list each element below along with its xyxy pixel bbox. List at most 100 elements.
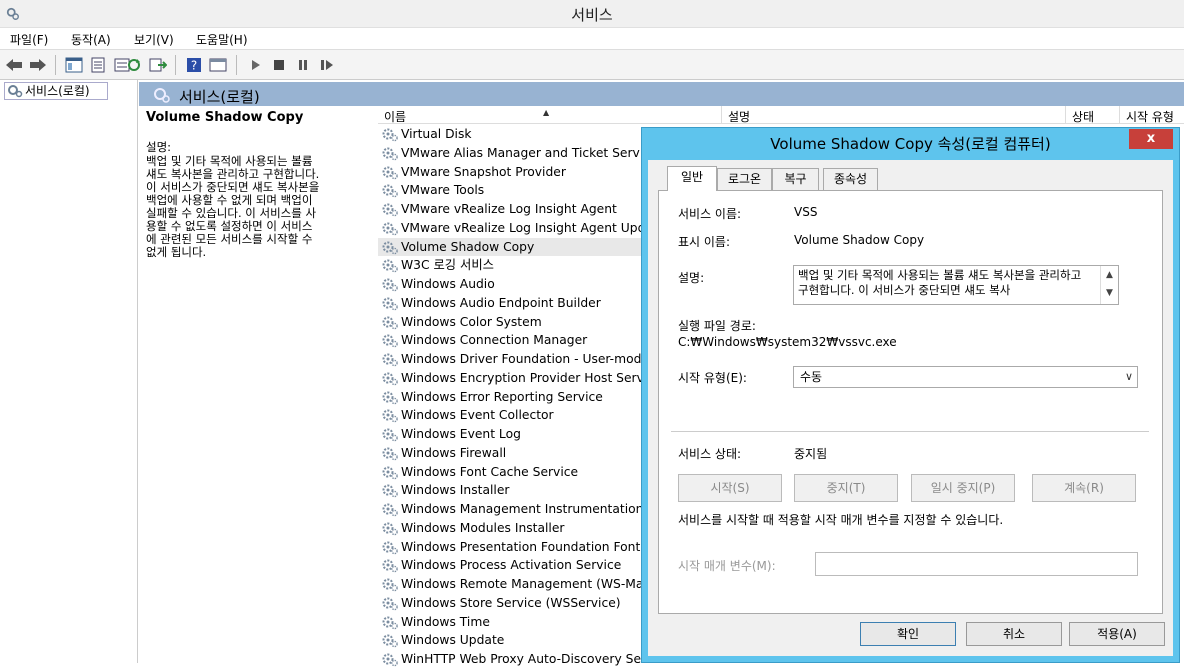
service-gear-icon	[382, 316, 398, 329]
service-row-name: W3C 로깅 서비스	[401, 258, 494, 273]
service-row[interactable]: Windows Color System	[378, 313, 648, 332]
stop-icon[interactable]	[268, 54, 290, 76]
service-row[interactable]: VMware vRealize Log Insight Agent	[378, 200, 648, 219]
stop-button[interactable]: 중지(T)	[794, 474, 898, 502]
service-row[interactable]: Windows Remote Management (WS-Ma	[378, 575, 648, 594]
service-row[interactable]: Windows Installer	[378, 481, 648, 500]
service-row[interactable]: Windows Modules Installer	[378, 519, 648, 538]
service-row[interactable]: Windows Event Log	[378, 425, 648, 444]
tree-item-services-local[interactable]: 서비스(로컬)	[4, 82, 108, 100]
column-header-description[interactable]: 설명	[728, 108, 750, 125]
properties-icon[interactable]	[87, 54, 109, 76]
service-gear-icon	[382, 634, 398, 648]
cancel-button[interactable]: 취소	[966, 622, 1062, 646]
dialog-title: Volume Shadow Copy 속성(로컬 컴퓨터)	[770, 135, 1051, 153]
service-gear-icon	[382, 184, 398, 198]
description-field-text: 백업 및 기타 목적에 사용되는 볼륨 섀도 복사본을 관리하고 구현합니다. …	[798, 268, 1082, 297]
console-tree-icon[interactable]	[63, 54, 85, 76]
service-gear-icon	[382, 616, 398, 629]
menu-view[interactable]: 보기(V)	[134, 31, 174, 48]
description-field[interactable]: 백업 및 기타 목적에 사용되는 볼륨 섀도 복사본을 관리하고 구현합니다. …	[793, 265, 1119, 305]
start-button[interactable]: 시작(S)	[678, 474, 782, 502]
tab-recovery[interactable]: 복구	[772, 168, 819, 190]
services-header-title: 서비스(로컬)	[179, 88, 260, 106]
service-row-name: VMware Snapshot Provider	[401, 164, 566, 179]
tab-general[interactable]: 일반	[667, 166, 717, 191]
start-icon[interactable]	[244, 54, 266, 76]
service-row-name: Virtual Disk	[401, 127, 472, 141]
service-row[interactable]: Windows Encryption Provider Host Servi	[378, 369, 648, 388]
apply-button[interactable]: 적용(A)	[1069, 622, 1165, 646]
startup-type-select[interactable]: 수동 ∨	[793, 366, 1138, 388]
service-row-name: Windows Color System	[401, 314, 542, 329]
export-list-icon[interactable]	[147, 54, 169, 76]
services-gear-icon	[8, 85, 23, 98]
column-header-startup-type[interactable]: 시작 유형	[1126, 108, 1174, 125]
service-row[interactable]: Windows Update	[378, 631, 648, 650]
divider	[671, 431, 1149, 432]
service-row-name: Windows Presentation Foundation Font	[401, 539, 641, 554]
refresh-icon[interactable]	[123, 54, 145, 76]
start-params-input[interactable]	[815, 552, 1138, 576]
description-scrollbar[interactable]: ▲ ▼	[1100, 266, 1118, 304]
tab-logon[interactable]: 로그온	[717, 168, 772, 190]
column-divider[interactable]	[1119, 106, 1120, 124]
service-row[interactable]: Windows Store Service (WSService)	[378, 594, 648, 613]
service-row[interactable]: WinHTTP Web Proxy Auto-Discovery Se	[378, 650, 648, 669]
service-row[interactable]: Virtual Disk	[378, 125, 648, 144]
service-row[interactable]: Windows Audio	[378, 275, 648, 294]
service-row-name: VMware Alias Manager and Ticket Servic	[401, 145, 648, 160]
service-row[interactable]: Windows Process Activation Service	[378, 556, 648, 575]
service-row[interactable]: W3C 로깅 서비스	[378, 256, 648, 275]
menu-action[interactable]: 동작(A)	[71, 31, 111, 48]
column-header-status[interactable]: 상태	[1072, 108, 1094, 125]
forward-arrow-icon[interactable]	[27, 54, 49, 76]
pause-button[interactable]: 일시 중지(P)	[911, 474, 1015, 502]
service-row[interactable]: VMware vRealize Log Insight Agent Upd	[378, 219, 648, 238]
column-header-name[interactable]: 이름	[384, 108, 406, 125]
scroll-up-icon[interactable]: ▲	[1101, 266, 1118, 284]
service-gear-icon	[382, 559, 398, 573]
startup-type-value: 수동	[800, 370, 823, 384]
service-row[interactable]: Windows Presentation Foundation Font	[378, 538, 648, 557]
back-arrow-icon[interactable]	[3, 54, 25, 76]
help-icon[interactable]: ?	[183, 54, 205, 76]
service-row[interactable]: VMware Tools	[378, 181, 648, 200]
service-row[interactable]: Volume Shadow Copy	[378, 237, 648, 257]
tab-dependencies[interactable]: 종속성	[823, 168, 878, 190]
toolbar-separator	[175, 55, 176, 75]
menu-file[interactable]: 파일(F)	[10, 31, 48, 48]
service-row-name: Windows Store Service (WSService)	[401, 595, 621, 610]
resume-button[interactable]: 계속(R)	[1032, 474, 1136, 502]
chevron-down-icon: ∨	[1124, 370, 1133, 383]
dialog-body: 일반 로그온 복구 종속성 서비스 이름: VSS 표시 이름: Volume …	[648, 160, 1173, 656]
service-row[interactable]: VMware Snapshot Provider	[378, 163, 648, 182]
service-row-name: Windows Audio	[401, 277, 495, 291]
service-row[interactable]: Windows Connection Manager	[378, 331, 648, 350]
service-gear-icon	[382, 578, 398, 592]
service-row[interactable]: Windows Font Cache Service	[378, 463, 648, 482]
column-divider[interactable]	[721, 106, 722, 124]
service-gear-icon	[382, 541, 398, 554]
toolbar-separator	[55, 55, 56, 75]
service-row[interactable]: Windows Time	[378, 613, 648, 632]
service-row[interactable]: Windows Audio Endpoint Builder	[378, 294, 648, 313]
service-row[interactable]: Windows Firewall	[378, 444, 648, 463]
service-gear-icon	[382, 503, 398, 517]
service-row[interactable]: Windows Driver Foundation - User-mod	[378, 350, 648, 369]
service-gear-icon	[382, 428, 398, 442]
pause-icon[interactable]	[292, 54, 314, 76]
service-row[interactable]: Windows Event Collector	[378, 406, 648, 425]
service-gear-icon	[382, 409, 398, 423]
menu-help[interactable]: 도움말(H)	[196, 31, 248, 48]
service-row[interactable]: Windows Error Reporting Service	[378, 388, 648, 407]
scroll-down-icon[interactable]: ▼	[1101, 284, 1118, 302]
close-button[interactable]: x	[1129, 129, 1173, 149]
view-icon[interactable]	[207, 54, 229, 76]
ok-button[interactable]: 확인	[860, 622, 956, 646]
service-row[interactable]: Windows Management Instrumentation	[378, 500, 648, 519]
service-row[interactable]: VMware Alias Manager and Ticket Servic	[378, 144, 648, 163]
restart-icon[interactable]	[316, 54, 338, 76]
column-divider[interactable]	[1065, 106, 1066, 124]
services-list-header: 이름 ▲ 설명 상태 시작 유형	[378, 106, 1184, 124]
